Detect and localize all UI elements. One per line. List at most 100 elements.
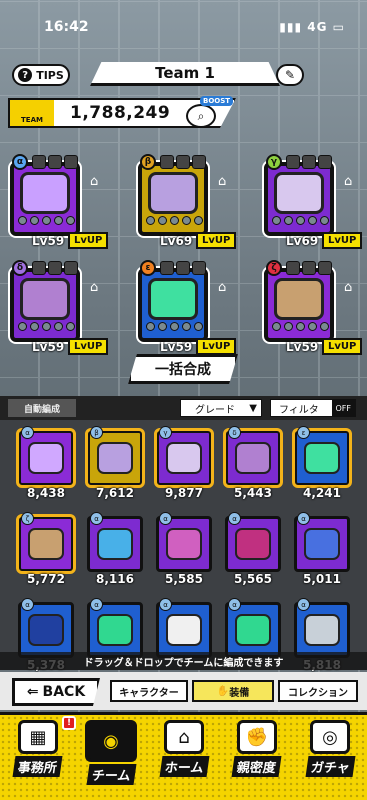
- back-label: BACK: [42, 684, 86, 700]
- team-slot[interactable]: ε: [138, 260, 216, 342]
- bulk-merge-button[interactable]: 一括合成: [128, 354, 238, 384]
- slot-level: Lv59: [32, 340, 65, 354]
- back-button[interactable]: ⇐ BACK: [12, 678, 100, 706]
- upgrade-stars: [270, 216, 330, 226]
- upgrade-stars: [144, 322, 204, 332]
- triangle-down-icon: ▼: [249, 402, 257, 414]
- nav-label: 親密度: [232, 756, 282, 777]
- lock-icon[interactable]: ⌂: [218, 174, 234, 192]
- equipment-icon: [97, 614, 133, 646]
- nav-home[interactable]: ⌂ ホーム: [148, 720, 220, 790]
- equipment-item[interactable]: α 5,011: [294, 512, 354, 586]
- hand-icon: ✋: [216, 685, 230, 697]
- equipment-icon: [274, 172, 324, 214]
- team-slot[interactable]: β: [138, 154, 216, 236]
- boost-search-button[interactable]: ⌕ BOOST: [180, 96, 234, 130]
- level-up-button[interactable]: LvUP: [196, 338, 237, 355]
- lock-icon[interactable]: ⌂: [90, 280, 106, 298]
- clock: 16:42: [44, 19, 89, 35]
- level-up-button[interactable]: LvUP: [322, 232, 363, 249]
- skill-icon: [32, 155, 46, 169]
- equipment-item[interactable]: α 5,565: [225, 512, 285, 586]
- equipment-item[interactable]: α 5,585: [156, 512, 216, 586]
- equipment-icon: [28, 614, 64, 646]
- network-label: 4G: [307, 20, 328, 34]
- level-up-button[interactable]: LvUP: [68, 232, 109, 249]
- team-slot[interactable]: δ: [10, 260, 88, 342]
- rarity-badge: α: [90, 598, 103, 611]
- equipment-icon: [304, 614, 340, 646]
- home-icon: ⌂: [164, 720, 204, 754]
- skill-icon: [286, 155, 300, 169]
- team-slot[interactable]: ζ: [264, 260, 342, 342]
- equipment-item[interactable]: α 8,438: [16, 426, 78, 500]
- equipment-icon: [28, 442, 64, 474]
- grade-label: グレード: [195, 404, 235, 416]
- equipment-icon: [148, 278, 198, 320]
- rarity-badge: δ: [12, 260, 28, 276]
- equipment-icon: [166, 442, 202, 474]
- auto-formation-button[interactable]: 自動編成: [8, 399, 76, 417]
- lock-icon[interactable]: ⌂: [344, 280, 360, 298]
- skill-icon: [192, 261, 206, 275]
- slot-level: Lv59: [32, 234, 65, 248]
- item-power: 8,116: [96, 572, 134, 586]
- equipment-item[interactable]: ε 4,241: [292, 426, 354, 500]
- rarity-badge: α: [21, 426, 34, 439]
- equipment-item[interactable]: δ 5,443: [223, 426, 285, 500]
- rarity-badge: β: [90, 426, 103, 439]
- lock-icon[interactable]: ⌂: [218, 280, 234, 298]
- equipment-item[interactable]: α 8,116: [87, 512, 147, 586]
- equipment-item[interactable]: ζ 5,772: [16, 512, 78, 586]
- top-bar: ? TIPS Team 1 ✎: [0, 62, 367, 88]
- rarity-badge: ζ: [266, 260, 282, 276]
- office-building-icon: ▦: [18, 720, 58, 754]
- grade-sort-dropdown[interactable]: グレード ▼: [180, 399, 262, 417]
- question-icon: ?: [18, 68, 33, 82]
- equipment-icon: [166, 614, 202, 646]
- skill-icon: [64, 261, 78, 275]
- skill-icon: [160, 261, 174, 275]
- boost-label: BOOST: [200, 96, 234, 106]
- skill-icon: [318, 155, 332, 169]
- equipment-icon: [97, 528, 133, 560]
- battery-icon: ▭: [332, 20, 345, 34]
- equipment-icon: [28, 528, 64, 560]
- skill-icon: [160, 155, 174, 169]
- equipment-item[interactable]: β 7,612: [85, 426, 147, 500]
- equipment-item[interactable]: γ 9,877: [154, 426, 216, 500]
- pencil-icon: ✎: [284, 68, 296, 82]
- nav-handshake[interactable]: ✊ 親密度: [221, 720, 293, 790]
- lock-icon[interactable]: ⌂: [90, 174, 106, 192]
- rarity-badge: α: [228, 512, 241, 525]
- tab-character[interactable]: キャラクター: [110, 680, 188, 702]
- level-up-button[interactable]: LvUP: [68, 338, 109, 355]
- item-power: 5,011: [303, 572, 341, 586]
- slot-level: Lv69: [160, 234, 193, 248]
- nav-label: 事務所: [13, 756, 63, 777]
- rarity-badge: α: [12, 154, 28, 170]
- item-power: 5,443: [234, 486, 272, 500]
- equipment-icon: [20, 172, 70, 214]
- skill-icon: [176, 261, 190, 275]
- tab-collection[interactable]: コレクション: [278, 680, 358, 702]
- skill-icon: [302, 261, 316, 275]
- rarity-badge: γ: [266, 154, 282, 170]
- level-up-button[interactable]: LvUP: [196, 232, 237, 249]
- drag-drop-hint: ドラッグ＆ドロップでチームに編成できます: [0, 652, 367, 670]
- nav-team-bear[interactable]: ◉ チーム: [75, 720, 147, 790]
- status-bar: 16:42 ▮▮▮ 4G ▭: [0, 0, 367, 60]
- item-power: 7,612: [96, 486, 134, 500]
- nav-office-building[interactable]: ▦ 事務所: [2, 720, 74, 790]
- rarity-badge: β: [140, 154, 156, 170]
- tips-button[interactable]: ? TIPS: [12, 64, 70, 86]
- lock-icon[interactable]: ⌂: [344, 174, 360, 192]
- nav-gacha[interactable]: ◎ ガチャ: [294, 720, 366, 790]
- level-up-button[interactable]: LvUP: [322, 338, 363, 355]
- edit-team-name-button[interactable]: ✎: [276, 64, 304, 86]
- filter-button[interactable]: フィルタ OFF: [270, 399, 356, 417]
- team-slot[interactable]: α: [10, 154, 88, 236]
- rarity-badge: α: [159, 512, 172, 525]
- team-slot[interactable]: γ: [264, 154, 342, 236]
- tab-equipment[interactable]: ✋ 装備: [192, 680, 274, 702]
